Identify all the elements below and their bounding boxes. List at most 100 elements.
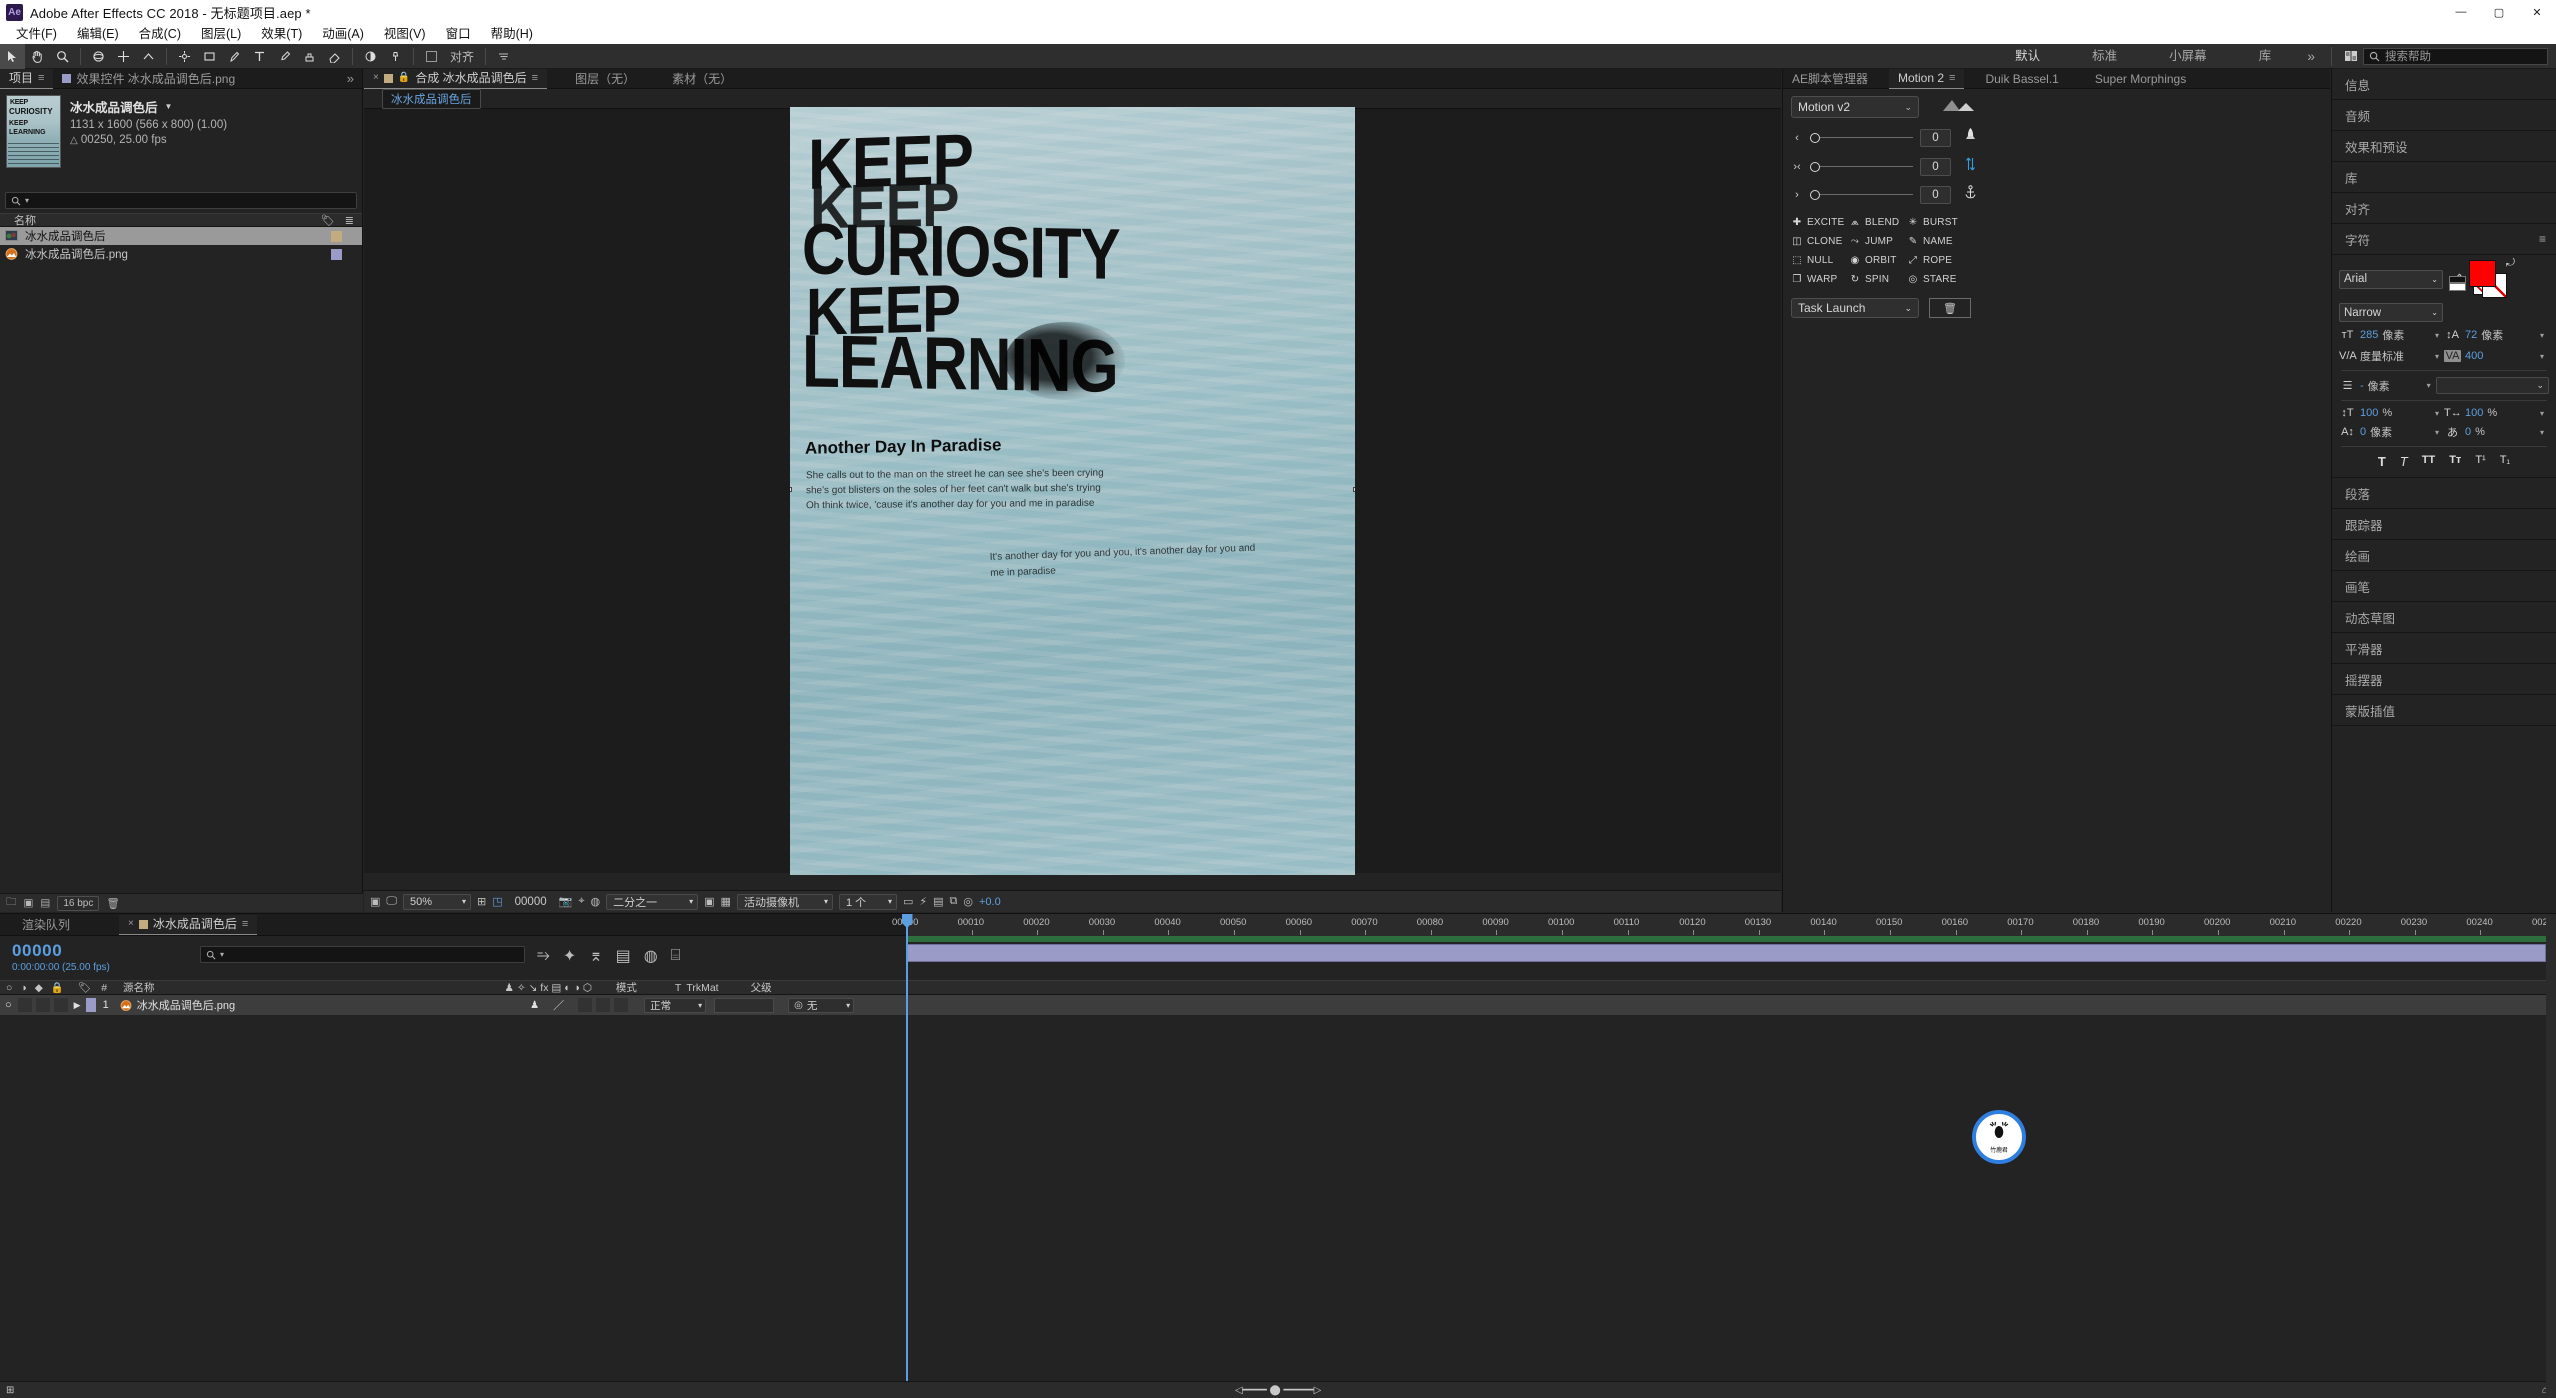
hand-tool-icon[interactable] [25, 44, 50, 69]
workspace-more-chevron-icon[interactable]: » [2297, 48, 2325, 64]
close-button[interactable]: ✕ [2518, 0, 2556, 24]
snapping-checkbox[interactable] [419, 44, 444, 69]
comp-flowchart-icon[interactable]: ⧉ [950, 895, 958, 908]
panel-align[interactable]: 对齐 [2332, 193, 2556, 224]
rocket-icon[interactable] [1964, 127, 1977, 148]
italic-button[interactable]: T [2400, 454, 2408, 469]
minimize-button[interactable]: — [2442, 0, 2480, 24]
brush-tool-icon[interactable] [272, 44, 297, 69]
motion-button-orbit[interactable]: ◉ ORBIT [1849, 254, 1903, 266]
ease-both-arrow-icon[interactable]: ›‹ [1791, 161, 1803, 173]
current-time-display[interactable]: 00000 0:00:00:00 (25.00 fps) [0, 936, 200, 973]
composition-viewer[interactable]: KEEP KEEP CURIOSITY KEEP LEARNING Anothe… [364, 107, 1781, 875]
draft-3d-icon[interactable]: ✦ [563, 946, 576, 966]
timeline-zoom-slider[interactable]: ◁━━━━ ⬤ ━━━━━▷ [1235, 1385, 1321, 1396]
swap-colors-icon[interactable]: ⤾ [2506, 257, 2515, 270]
tracking-field[interactable]: VA 400 ▾ [2444, 350, 2549, 362]
maximize-button[interactable]: ▢ [2480, 0, 2518, 24]
workspace-tab-small-screen[interactable]: 小屏幕 [2143, 44, 2233, 69]
font-size-field[interactable]: ᴛT 285 像素 ▾ [2339, 327, 2444, 343]
all-caps-button[interactable]: TT [2422, 454, 2435, 469]
ease-in-value[interactable]: 0 [1920, 128, 1951, 147]
item-color-swatch[interactable] [331, 248, 342, 260]
workspace-tab-library[interactable]: 库 [2233, 44, 2298, 69]
delete-task-button[interactable]: 🗑 [1929, 298, 1971, 318]
project-search-input[interactable]: ▾ [5, 192, 357, 209]
exposure-value[interactable]: +0.0 [979, 896, 1001, 908]
layer-mode-select[interactable]: 正常 ▾ [644, 997, 707, 1013]
panel-info[interactable]: 信息 [2332, 69, 2556, 100]
tab-footage[interactable]: 素材（无） [644, 69, 741, 89]
motion-button-rope[interactable]: ⤢ ROPE [1907, 254, 1961, 266]
ease-both-value[interactable]: 0 [1920, 157, 1951, 176]
new-folder-icon[interactable]: 🗀 [6, 894, 17, 912]
pen-tool-icon[interactable] [222, 44, 247, 69]
workspace-tab-default[interactable]: 默认 [1989, 44, 2066, 69]
tab-ae-script-manager[interactable]: AE脚本管理器 [1783, 69, 1877, 89]
tab-composition[interactable]: × 🔒 合成 冰水成品调色后 ≡ [364, 68, 548, 89]
layer-audio-toggle[interactable] [17, 998, 32, 1012]
help-search-input[interactable]: 搜索帮助 [2363, 47, 2548, 65]
leading-field[interactable]: ↕A 72 像素 ▾ [2444, 327, 2549, 343]
motion-button-blend[interactable]: ⩕ BLEND [1849, 216, 1903, 228]
current-time-indicator[interactable] [906, 914, 908, 1398]
tab-layer[interactable]: 图层（无） [547, 69, 644, 89]
small-caps-button[interactable]: Tᴛ [2449, 454, 2461, 469]
toggle-switches-modes-icon[interactable]: ⊞ [6, 1385, 14, 1396]
ease-out-slider[interactable] [1810, 189, 1913, 200]
motion-button-jump[interactable]: ⤳ JUMP [1849, 235, 1903, 247]
motion-button-stare[interactable]: ◎ STARE [1907, 273, 1961, 285]
stroke-width-field[interactable]: ☰ - 像素 ▾ [2339, 378, 2436, 394]
motion-button-null[interactable]: ⬚ NULL [1791, 254, 1845, 266]
panel-paint[interactable]: 绘画 [2332, 540, 2556, 571]
layer-parent-select[interactable]: ◎ 无 ▾ [788, 997, 855, 1013]
panel-paragraph[interactable]: 段落 [2332, 478, 2556, 509]
layer-solo-toggle[interactable] [35, 998, 50, 1012]
tab-effect-controls[interactable]: 效果控件 冰水成品调色后.png [53, 69, 244, 89]
region-of-interest-icon[interactable]: ◳ [492, 895, 502, 908]
channel-rgb-icon[interactable]: ◍ [591, 895, 601, 908]
camera-view-select[interactable]: 活动摄像机 ▾ [736, 893, 833, 910]
item-color-swatch[interactable] [331, 230, 342, 242]
motion-blur-icon[interactable]: ◍ [644, 946, 658, 966]
panel-menu-icon[interactable]: ≡ [1949, 68, 1955, 88]
fast-preview-icon[interactable]: ⚡ [919, 895, 927, 908]
track-z-camera-tool-icon[interactable] [136, 44, 161, 69]
menu-file[interactable]: 文件(F) [6, 24, 67, 44]
ease-out-arrow-icon[interactable]: › [1791, 189, 1803, 201]
project-list-item-comp[interactable]: 冰水成品调色后 [0, 227, 362, 245]
motion-blur-toggle-icon[interactable] [491, 44, 516, 69]
timeline-search-input[interactable]: ▾ [200, 946, 525, 963]
show-snapshot-icon[interactable]: ⌖ [578, 895, 584, 908]
tab-timeline-comp[interactable]: × 冰水成品调色后 ≡ [119, 914, 258, 935]
menu-edit[interactable]: 编辑(E) [67, 24, 129, 44]
rectangle-tool-icon[interactable] [197, 44, 222, 69]
kerning-field[interactable]: V/A 度量标准 ▾ [2339, 348, 2444, 364]
tab-render-queue[interactable]: 渲染队列 [0, 915, 79, 935]
comp-timecode[interactable]: 00000 [509, 896, 553, 908]
hide-shy-layers-icon[interactable]: ⌆ [589, 946, 602, 966]
reset-exposure-icon[interactable]: ◎ [963, 895, 973, 908]
vertical-scale-field[interactable]: ↕T 100 % ▾ [2339, 407, 2444, 419]
layer-quality-switch[interactable]: ／ [553, 997, 564, 1013]
pixel-aspect-icon[interactable]: ▭ [903, 895, 913, 908]
panel-wiggler[interactable]: 摇摆器 [2332, 664, 2556, 695]
layer-lock-toggle[interactable] [53, 998, 68, 1012]
default-colors-icon[interactable] [2449, 276, 2466, 291]
composition-mini-flowchart-icon[interactable]: ⥱ [537, 947, 550, 965]
eraser-tool-icon[interactable] [322, 44, 347, 69]
selection-tool-icon[interactable] [0, 43, 25, 69]
menu-help[interactable]: 帮助(H) [481, 24, 543, 44]
close-icon[interactable]: × [373, 68, 379, 88]
transparency-grid-icon[interactable]: ▦ [721, 895, 731, 908]
timeline-toggle-icon[interactable]: ▤ [933, 895, 943, 908]
panel-brushes[interactable]: 画笔 [2332, 571, 2556, 602]
motion-version-select[interactable]: Motion v2 ⌄ [1791, 96, 1919, 118]
motion-button-warp[interactable]: ❐ WARP [1791, 273, 1845, 285]
table-row[interactable]: ○ ▶ 1 冰水成品调色后.png ♟ ／ 正常 ▾ ◎ 无 ▾ [0, 995, 2556, 1015]
panel-smoother[interactable]: 平滑器 [2332, 633, 2556, 664]
timeline-scrollbar[interactable] [2546, 914, 2556, 1398]
snapshot-camera-icon[interactable]: 📷 [559, 895, 573, 908]
motion-button-clone[interactable]: ◫ CLONE [1791, 235, 1845, 247]
bold-button[interactable]: T [2378, 454, 2386, 469]
